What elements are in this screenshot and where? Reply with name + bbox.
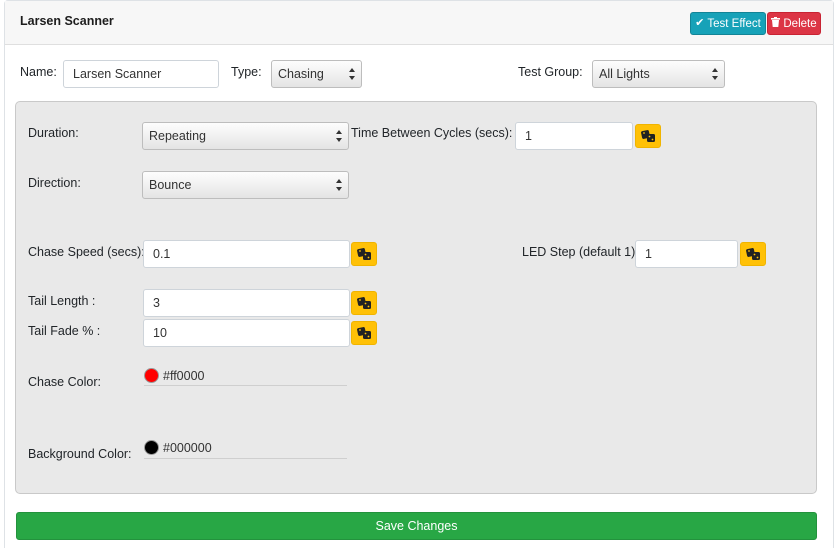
test-group-label: Test Group:: [518, 65, 583, 79]
select-arrows-icon: [712, 68, 718, 80]
randomize-time-between-button[interactable]: [635, 124, 661, 148]
type-select[interactable]: Chasing: [271, 60, 362, 88]
background-color-label: Background Color:: [28, 447, 132, 461]
select-arrows-icon: [336, 130, 342, 142]
dice-icon: [357, 327, 371, 339]
dice-icon: [641, 130, 655, 142]
background-color-swatch[interactable]: [144, 440, 159, 455]
tail-fade-input[interactable]: 10: [143, 319, 350, 347]
chase-color-value[interactable]: #ff0000: [163, 369, 204, 383]
trash-icon: [771, 17, 781, 30]
delete-label: Delete: [783, 17, 817, 30]
chase-color-underline: [144, 385, 347, 386]
dice-icon: [357, 248, 371, 260]
led-step-input[interactable]: 1: [635, 240, 738, 268]
tail-length-input[interactable]: 3: [143, 289, 350, 317]
dice-icon: [357, 297, 371, 309]
duration-label: Duration:: [28, 126, 79, 140]
randomize-tail-length-button[interactable]: [351, 291, 377, 315]
chase-speed-input[interactable]: 0.1: [143, 240, 350, 268]
test-effect-label: Test Effect: [707, 17, 761, 30]
randomize-tail-fade-button[interactable]: [351, 321, 377, 345]
tail-length-label: Tail Length :: [28, 294, 96, 308]
name-label: Name:: [20, 65, 57, 79]
led-step-label: LED Step (default 1):: [522, 245, 639, 259]
direction-select[interactable]: Bounce: [142, 171, 349, 199]
time-between-cycles-label: Time Between Cycles (secs):: [351, 126, 513, 140]
effect-settings-panel: [15, 101, 817, 494]
background-color-underline: [144, 458, 347, 459]
direction-label: Direction:: [28, 176, 81, 190]
type-select-value: Chasing: [278, 67, 324, 81]
tail-fade-label: Tail Fade % :: [28, 324, 101, 338]
chase-color-label: Chase Color:: [28, 375, 101, 389]
check-icon: ✔: [695, 17, 705, 29]
test-effect-button[interactable]: ✔ Test Effect: [690, 12, 766, 35]
randomize-led-step-button[interactable]: [740, 242, 766, 266]
chase-color-swatch[interactable]: [144, 368, 159, 383]
direction-select-value: Bounce: [149, 178, 192, 192]
background-color-value[interactable]: #000000: [163, 441, 212, 455]
select-arrows-icon: [336, 179, 342, 191]
time-between-cycles-input[interactable]: 1: [515, 122, 633, 150]
test-group-select-value: All Lights: [599, 67, 650, 81]
name-input[interactable]: Larsen Scanner: [63, 60, 219, 88]
save-changes-button[interactable]: Save Changes: [16, 512, 817, 540]
randomize-chase-speed-button[interactable]: [351, 242, 377, 266]
effect-title: Larsen Scanner: [20, 14, 114, 28]
chase-speed-label: Chase Speed (secs):: [28, 245, 145, 259]
dice-icon: [746, 248, 760, 260]
test-group-select[interactable]: All Lights: [592, 60, 725, 88]
type-label: Type:: [231, 65, 262, 79]
select-arrows-icon: [349, 68, 355, 80]
card-header: Larsen Scanner ✔ Test Effect Delete: [5, 1, 833, 45]
delete-button[interactable]: Delete: [767, 12, 821, 35]
duration-select[interactable]: Repeating: [142, 122, 349, 150]
duration-select-value: Repeating: [149, 129, 206, 143]
